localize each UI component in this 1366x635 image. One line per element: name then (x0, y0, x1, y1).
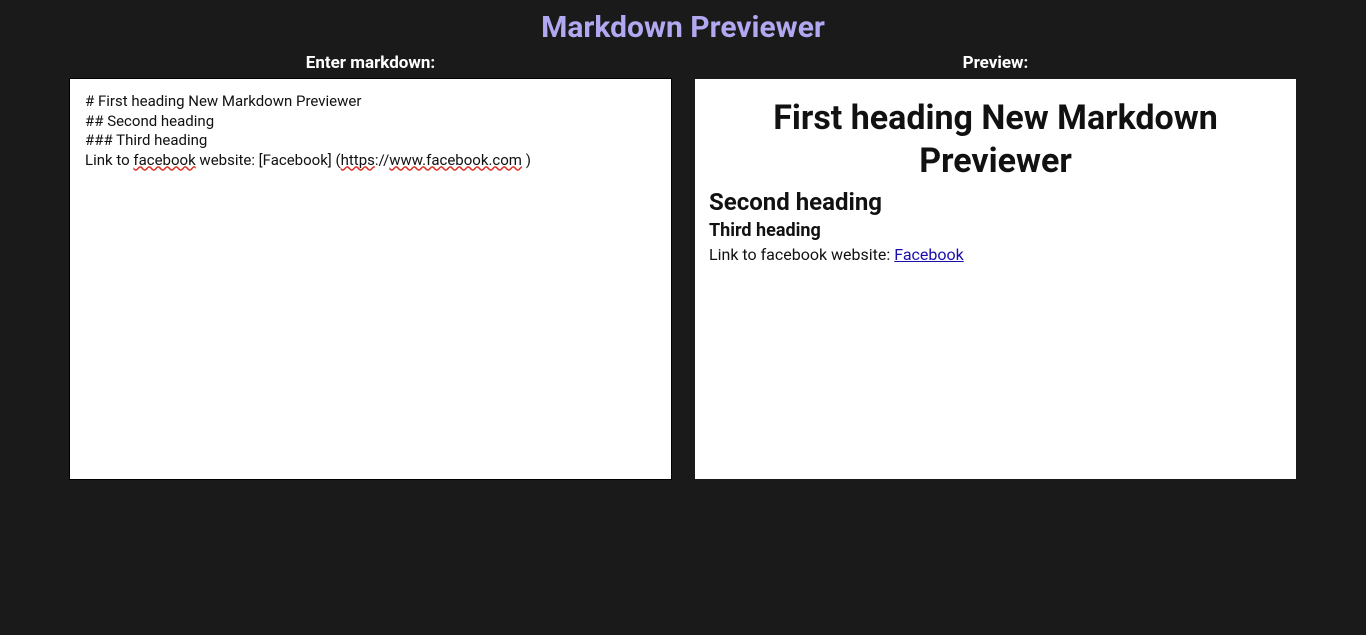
editor-content: # First heading New Markdown Previewer #… (85, 92, 656, 170)
preview-h2: Second heading (709, 188, 1282, 216)
editor-label: Enter markdown: (70, 53, 671, 73)
preview-h1: First heading New Markdown Previewer (709, 97, 1282, 182)
editor-line-4b: facebook (133, 151, 195, 169)
preview-paragraph: Link to facebook website: Facebook (709, 245, 1282, 264)
editor-line-4g: ) (522, 151, 531, 169)
preview-panel: Preview: First heading New Markdown Prev… (695, 53, 1296, 479)
editor-line-3a: ### (85, 131, 116, 149)
editor-line-1: # First heading New Markdown Previewer (85, 92, 361, 110)
preview-label: Preview: (695, 53, 1296, 73)
editor-line-3b: Third heading (116, 131, 207, 149)
editor-line-4e: :// (375, 151, 389, 169)
editor-line-4c: website: [Facebook] ( (196, 151, 341, 169)
panels: Enter markdown: # First heading New Mark… (0, 53, 1366, 479)
editor-line-2: ## Second heading (85, 112, 214, 130)
editor-line-4d: https (341, 151, 375, 169)
editor-line-4a: Link to (85, 151, 133, 169)
editor-line-4f: www.facebook.com (389, 151, 522, 169)
preview-text-before-link: Link to facebook website: (709, 245, 894, 264)
markdown-preview: First heading New Markdown Previewer Sec… (695, 79, 1296, 479)
preview-link[interactable]: Facebook (894, 245, 963, 264)
editor-panel: Enter markdown: # First heading New Mark… (70, 53, 671, 479)
preview-h3: Third heading (709, 220, 1282, 241)
markdown-editor[interactable]: # First heading New Markdown Previewer #… (70, 79, 671, 479)
page-title: Markdown Previewer (0, 10, 1366, 45)
